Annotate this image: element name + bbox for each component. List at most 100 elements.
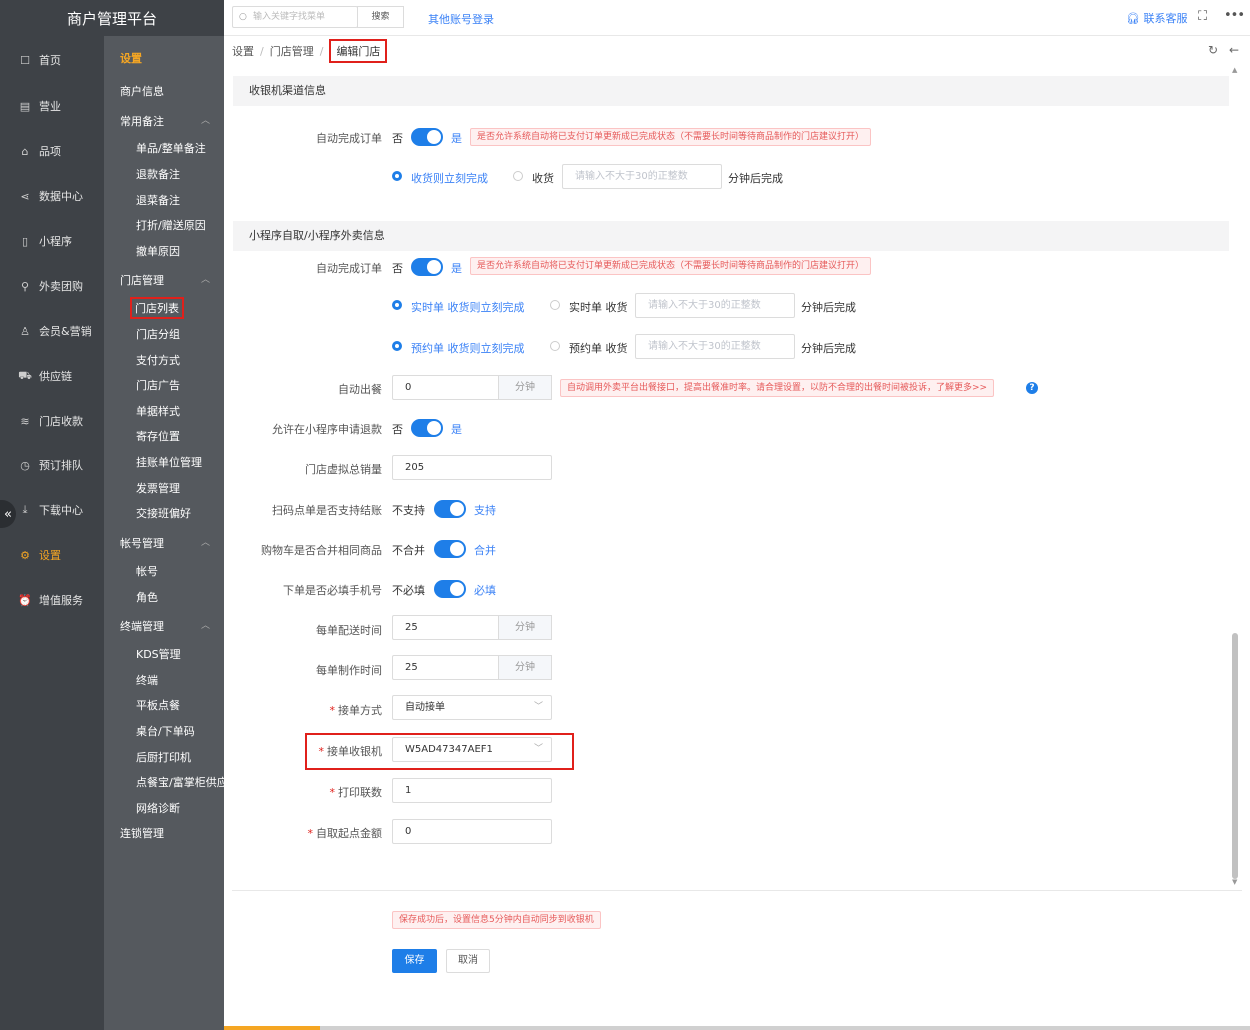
nav-item-label: 品项: [39, 145, 61, 158]
breadcrumb-separator: /: [319, 44, 324, 58]
save-sync-tip: 保存成功后，设置信息5分钟内自动同步到收银机: [392, 911, 601, 929]
nav-item-label: 增值服务: [39, 594, 83, 607]
group-label: 常用备注: [120, 115, 164, 128]
auto-complete-toggle[interactable]: [411, 128, 443, 146]
mini-auto-complete-toggle[interactable]: [411, 258, 443, 276]
contact-support-link[interactable]: 🎧︎ 联系客服: [1126, 10, 1187, 26]
back-arrow-icon[interactable]: ←: [1229, 43, 1239, 57]
nav-item[interactable]: ⚲ 外卖团购: [0, 276, 104, 296]
nav-item[interactable]: ⚙ 设置: [0, 545, 104, 565]
scan-settle-toggle[interactable]: [434, 500, 466, 518]
nav-item[interactable]: ⋖ 数据中心: [0, 186, 104, 206]
accept-mode-select[interactable]: 自动接单 ﹀: [392, 695, 552, 720]
nav-item[interactable]: ☐ 首页: [0, 50, 104, 70]
subnav-item-merchant-info[interactable]: 商户信息: [120, 83, 164, 99]
subnav-item[interactable]: 帐号: [136, 563, 158, 579]
breadcrumb-store-mgmt[interactable]: 门店管理: [270, 43, 314, 59]
delay-radio[interactable]: [513, 171, 523, 181]
fullscreen-icon[interactable]: ⛶: [1198, 9, 1207, 24]
virtual-sales-input[interactable]: 205: [392, 455, 552, 480]
breadcrumb-separator: /: [260, 44, 264, 58]
print-copies-input[interactable]: 1: [392, 778, 552, 803]
subnav-group-account-mgmt[interactable]: 帐号管理 ︿: [120, 535, 220, 551]
switch-on-text: 是: [451, 132, 462, 145]
help-icon[interactable]: ?: [1026, 382, 1038, 394]
reserve-delay-radio[interactable]: [550, 341, 560, 351]
subnav-item[interactable]: 单据样式: [136, 403, 180, 419]
subnav-item[interactable]: 发票管理: [136, 480, 180, 496]
make-time-input[interactable]: 25: [392, 655, 500, 680]
realtime-delay-input[interactable]: 请输入不大于30的正整数: [635, 293, 795, 318]
search-button[interactable]: 搜索: [357, 6, 404, 28]
subnav-item[interactable]: 交接班偏好: [136, 505, 191, 521]
subnav-item[interactable]: 打折/赠送原因: [136, 217, 206, 233]
subnav-item[interactable]: 后厨打印机: [136, 749, 191, 765]
auto-complete-label: 自动完成订单: [316, 132, 382, 145]
subnav-item[interactable]: 退款备注: [136, 166, 180, 182]
nav-item[interactable]: ♙ 会员&营销: [0, 321, 104, 341]
subnav-item[interactable]: 桌台/下单码: [136, 723, 195, 739]
nav-item[interactable]: ≋ 门店收款: [0, 411, 104, 431]
bottom-strip: [224, 1026, 1250, 1030]
delivery-time-input[interactable]: 25: [392, 615, 500, 640]
realtime-immediate-radio[interactable]: [392, 300, 402, 310]
scroll-up-arrow[interactable]: ▲: [1232, 66, 1237, 74]
save-button[interactable]: 保存: [392, 949, 437, 973]
subnav-item[interactable]: 门店广告: [136, 377, 180, 393]
gear-icon: ⚙: [20, 548, 30, 562]
cancel-button[interactable]: 取消: [446, 949, 490, 973]
reserve-immediate-radio[interactable]: [392, 341, 402, 351]
scroll-down-arrow[interactable]: ▼: [1232, 878, 1237, 886]
min-amount-input[interactable]: 0: [392, 819, 552, 844]
subnav-item[interactable]: 门店分组: [136, 326, 180, 342]
delay-minutes-input[interactable]: 请输入不大于30的正整数: [562, 164, 722, 189]
nav-item[interactable]: ⌂ 品项: [0, 141, 104, 161]
chevron-up-icon: ︿: [200, 538, 210, 548]
immediate-radio[interactable]: [392, 171, 402, 181]
nav-item[interactable]: ▯ 小程序: [0, 231, 104, 251]
subnav-item[interactable]: 门店列表: [130, 297, 184, 319]
menu-search-input[interactable]: ○ 输入关键字找菜单: [232, 6, 358, 28]
nav-item[interactable]: ⛟ 供应链: [0, 366, 104, 386]
scrollbar-thumb[interactable]: [1232, 633, 1238, 879]
subnav-item[interactable]: 终端: [136, 672, 158, 688]
auto-meal-label: 自动出餐: [338, 383, 382, 396]
share-icon: ⋖: [20, 189, 30, 203]
subnav-item[interactable]: 点餐宝/富掌柜供应: [136, 774, 228, 790]
subnav-item[interactable]: 挂账单位管理: [136, 454, 202, 470]
required-mark: *: [329, 704, 336, 717]
merge-label: 购物车是否合并相同商品: [261, 544, 382, 557]
nav-item[interactable]: ◷ 预订排队: [0, 455, 104, 475]
group-label: 终端管理: [120, 620, 164, 633]
subnav-item[interactable]: 支付方式: [136, 352, 180, 368]
nav-item[interactable]: ⏰ 增值服务: [0, 590, 104, 610]
subnav-group-common-notes[interactable]: 常用备注 ︿: [120, 113, 220, 129]
subnav-item-chain-mgmt[interactable]: 连锁管理: [120, 825, 164, 841]
subnav-group-store-mgmt[interactable]: 门店管理 ︿: [120, 272, 220, 288]
auto-meal-input[interactable]: 0: [392, 375, 500, 400]
subnav-group-terminal-mgmt[interactable]: 终端管理 ︿: [120, 618, 220, 634]
refund-label: 允许在小程序申请退款: [272, 423, 382, 436]
reserve-delay-input[interactable]: 请输入不大于30的正整数: [635, 334, 795, 359]
subnav-item[interactable]: 退菜备注: [136, 192, 180, 208]
subnav-item[interactable]: 单品/整单备注: [136, 140, 206, 156]
accept-cashier-select[interactable]: W5AD47347AEF1 ﹀: [392, 737, 552, 762]
refund-toggle[interactable]: [411, 419, 443, 437]
subnav-item[interactable]: 网络诊断: [136, 800, 180, 816]
label-text: 接单方式: [338, 704, 382, 717]
auto-meal-tip[interactable]: 自动调用外卖平台出餐接口，提高出餐准时率。请合理设置，以防不合理的出餐时间被投诉…: [560, 379, 995, 397]
delay-suffix: 分钟后完成: [801, 301, 856, 314]
subnav-item[interactable]: 寄存位置: [136, 428, 180, 444]
other-account-login-link[interactable]: 其他账号登录: [428, 11, 494, 27]
nav-item[interactable]: ▤ 营业: [0, 96, 104, 116]
subnav-item[interactable]: 平板点餐: [136, 697, 180, 713]
subnav-item[interactable]: 撤单原因: [136, 243, 180, 259]
realtime-delay-radio[interactable]: [550, 300, 560, 310]
subnav-item[interactable]: 角色: [136, 589, 158, 605]
refresh-icon[interactable]: ↻: [1208, 43, 1218, 57]
more-icon[interactable]: •••: [1224, 8, 1245, 23]
breadcrumb-settings[interactable]: 设置: [232, 43, 254, 59]
phone-required-toggle[interactable]: [434, 580, 466, 598]
merge-toggle[interactable]: [434, 540, 466, 558]
subnav-item[interactable]: KDS管理: [136, 646, 181, 662]
